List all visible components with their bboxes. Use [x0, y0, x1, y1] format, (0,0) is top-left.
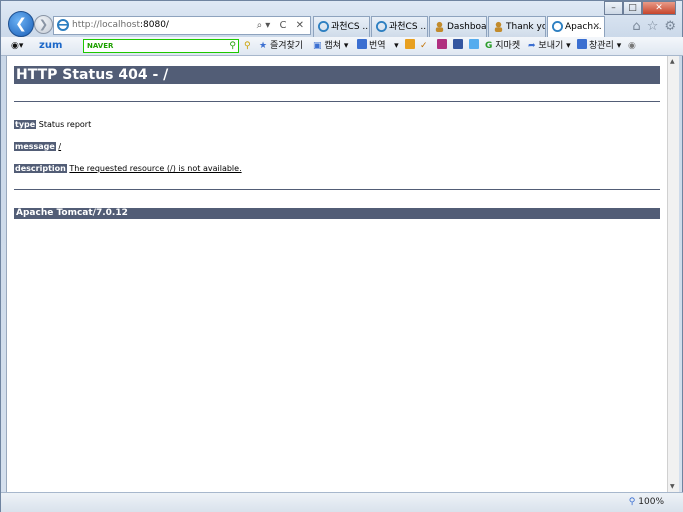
back-arrow-icon: ❮ [15, 16, 27, 32]
tab-gwacheon-cs-2[interactable]: 과천CS ... [371, 16, 428, 37]
scroll-up-icon[interactable]: ▲ [670, 58, 677, 65]
description-label: description [14, 164, 67, 173]
gear-icon[interactable]: ⚙ [664, 19, 676, 34]
scroll-down-icon[interactable]: ▼ [670, 483, 677, 490]
favorites-star-icon[interactable]: ☆ [647, 19, 659, 34]
server-footer: Apache Tomcat/7.0.12 [14, 208, 660, 219]
toolbar-menu-icon[interactable]: ◉▾ [11, 37, 23, 55]
description-row: description The requested resource (/) i… [14, 163, 242, 174]
tab-label: Dashboa... [447, 22, 487, 32]
browser-tools: ⌂ ☆ ⚙ [632, 19, 676, 34]
user-tab-icon [494, 21, 503, 32]
tab-gwacheon-cs-1[interactable]: 과천CS ... [313, 16, 370, 37]
page-content: HTTP Status 404 - / type Status report m… [6, 56, 667, 492]
navigation-bar: ❮ ❯ http://localhost:8080/ ⌕▾ C ✕ 과천CS .… [1, 1, 683, 38]
window-manager-icon [577, 39, 587, 49]
naver-logo: NAVER [87, 42, 114, 50]
tab-label: 과천CS ... [331, 22, 370, 32]
twitter-icon[interactable] [469, 37, 481, 55]
address-bar[interactable]: http://localhost:8080/ ⌕▾ C ✕ [53, 16, 311, 35]
forward-button[interactable]: ❯ [34, 15, 53, 34]
description-value: The requested resource (/) is not availa… [69, 164, 242, 173]
tab-label: 과천CS ... [389, 22, 428, 32]
tab-thank-you[interactable]: Thank yo... [488, 16, 546, 37]
memo-icon[interactable] [405, 37, 417, 55]
divider-top [14, 101, 660, 102]
favorites-button[interactable]: ★ 즐겨찾기 [259, 37, 303, 55]
book-icon[interactable] [437, 37, 449, 55]
translate-button[interactable]: 번역 ▾ [357, 37, 399, 55]
divider-bottom [14, 189, 660, 190]
status-bar: ⚲ 100% [1, 492, 683, 512]
vertical-scrollbar[interactable]: ▲ ▼ [667, 56, 679, 492]
key-icon[interactable]: ⚲ [244, 37, 251, 55]
zoom-control[interactable]: ⚲ 100% [629, 493, 664, 511]
gmarket-button[interactable]: G 지마켓 [485, 37, 520, 55]
zum-logo[interactable]: zum [39, 37, 62, 55]
ie-tab-icon [376, 21, 387, 32]
page-title: HTTP Status 404 - / [14, 66, 660, 84]
tab-label: Thank yo... [506, 22, 545, 32]
send-button[interactable]: ➦ 보내기 ▾ [528, 37, 571, 55]
capture-icon: ▣ [313, 41, 322, 51]
home-icon[interactable]: ⌂ [632, 19, 640, 34]
type-row: type Status report [14, 119, 91, 130]
tab-dashboard[interactable]: Dashboa... [429, 16, 487, 37]
save-icon[interactable] [453, 37, 465, 55]
translate-icon [357, 39, 367, 49]
user-tab-icon [435, 21, 444, 32]
capture-button[interactable]: ▣ 캡쳐 ▾ [313, 37, 348, 55]
ie-tab-icon [552, 21, 563, 32]
forward-arrow-icon: ❯ [38, 18, 49, 31]
gmarket-icon: G [485, 41, 493, 51]
zoom-icon: ⚲ [628, 497, 636, 507]
back-button[interactable]: ❮ [8, 11, 34, 37]
address-url[interactable]: http://localhost:8080/ [72, 17, 169, 34]
window-manager-button[interactable]: 창관리 ▾ [577, 37, 621, 55]
message-value: / [58, 142, 62, 151]
ie-tab-icon [318, 21, 329, 32]
tab-close-icon[interactable]: ✕ [592, 17, 600, 37]
more-icon[interactable]: ◉ [628, 37, 636, 55]
command-bar: ◉▾ zum NAVER ⚲ ⚲ ★ 즐겨찾기 ▣ 캡쳐 ▾ 번역 ▾ ✓ G … [1, 37, 683, 56]
type-label: type [14, 120, 37, 129]
message-label: message [14, 142, 56, 151]
address-tools[interactable]: ⌕▾ C ✕ [257, 17, 307, 34]
naver-search-box[interactable]: NAVER ⚲ [83, 39, 239, 53]
tab-apache[interactable]: Apach... ✕ [547, 16, 605, 38]
type-value: Status report [38, 120, 92, 129]
broom-icon[interactable]: ✓ [420, 37, 428, 55]
search-icon[interactable]: ⚲ [229, 40, 236, 52]
message-row: message / [14, 141, 61, 152]
star-icon: ★ [259, 41, 268, 51]
browser-window: – □ ✕ ❮ ❯ http://localhost:8080/ ⌕▾ C ✕ … [0, 0, 683, 512]
send-arrow-icon: ➦ [528, 41, 536, 51]
ie-page-icon [57, 19, 69, 31]
